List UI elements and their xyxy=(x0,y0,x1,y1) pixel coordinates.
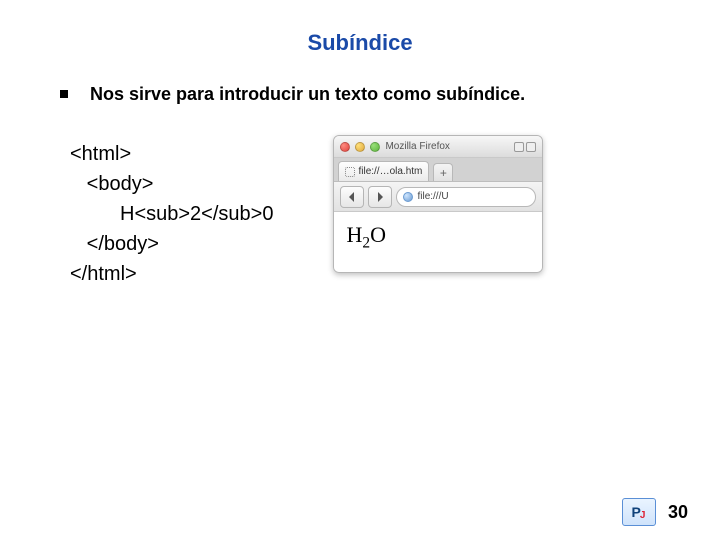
content-row: <html> <body> H<sub>2</sub>0 </body> </h… xyxy=(50,135,670,289)
forward-button[interactable] xyxy=(368,186,392,208)
chevron-left-icon xyxy=(347,192,357,202)
logo-icon: PJ xyxy=(622,498,656,526)
url-bar[interactable]: file:///U xyxy=(396,187,536,207)
browser-window: Mozilla Firefox file://…ola.htm + xyxy=(333,135,543,273)
url-text: file:///U xyxy=(417,191,448,202)
toolbar: file:///U xyxy=(334,182,542,212)
plus-icon: + xyxy=(440,166,447,180)
resize-icon[interactable] xyxy=(514,142,524,152)
browser-viewport: H2O xyxy=(334,212,542,272)
bullet-row: Nos sirve para introducir un texto como … xyxy=(50,84,670,105)
window-title: Mozilla Firefox xyxy=(385,141,509,152)
browser-tab[interactable]: file://…ola.htm xyxy=(338,161,429,181)
window-controls xyxy=(514,142,536,152)
close-icon[interactable] xyxy=(340,142,350,152)
slide-title: Subíndice xyxy=(50,30,670,56)
new-tab-button[interactable]: + xyxy=(433,163,453,181)
footer: PJ 30 xyxy=(622,498,688,526)
minimize-icon[interactable] xyxy=(355,142,365,152)
bullet-marker xyxy=(60,90,68,98)
rendered-text-sub: 2 xyxy=(362,234,370,251)
maximize-icon[interactable] xyxy=(370,142,380,152)
globe-icon xyxy=(403,192,413,202)
bullet-text: Nos sirve para introducir un texto como … xyxy=(90,84,525,105)
rendered-text-main: H xyxy=(346,222,362,247)
rendered-text-tail: O xyxy=(370,222,386,247)
tab-favicon-icon xyxy=(345,167,355,177)
slide: Subíndice Nos sirve para introducir un t… xyxy=(0,0,720,540)
chevron-right-icon xyxy=(375,192,385,202)
tab-bar: file://…ola.htm + xyxy=(334,158,542,182)
back-button[interactable] xyxy=(340,186,364,208)
fullscreen-icon[interactable] xyxy=(526,142,536,152)
titlebar: Mozilla Firefox xyxy=(334,136,542,158)
page-number: 30 xyxy=(668,502,688,523)
code-block: <html> <body> H<sub>2</sub>0 </body> </h… xyxy=(70,135,273,289)
tab-label: file://…ola.htm xyxy=(358,166,422,177)
